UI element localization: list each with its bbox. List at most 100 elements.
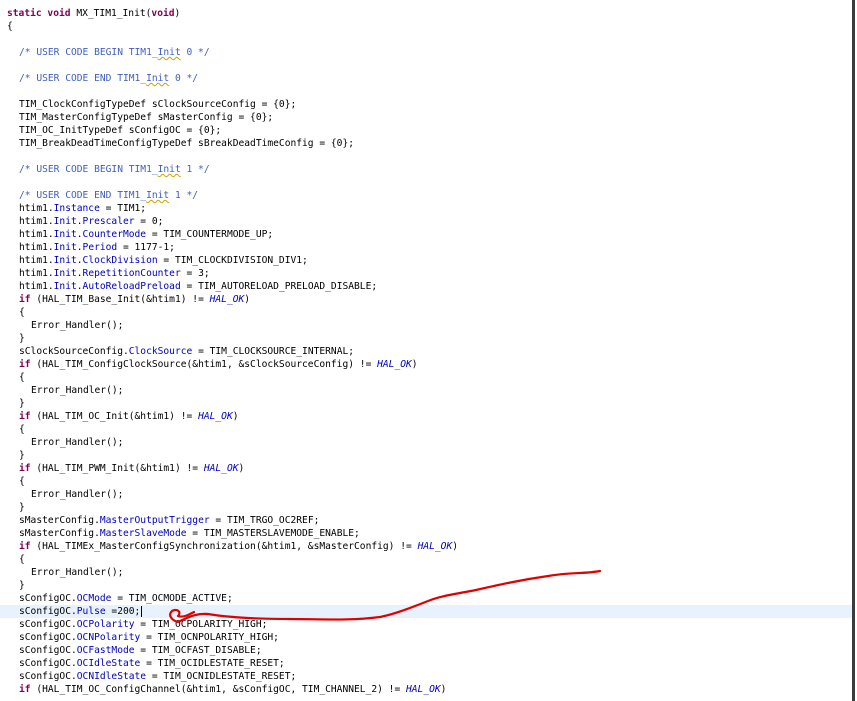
code-editor[interactable]: static void MX_TIM1_Init(void){/* USER C… (0, 0, 852, 701)
code-token: AutoReloadPreload (82, 281, 181, 292)
code-token: ) (452, 541, 458, 552)
code-token: } (19, 398, 25, 409)
code-line[interactable]: htim1.Init.Prescaler = 0; (0, 215, 852, 228)
code-token: OCPolarity (76, 619, 135, 630)
code-line[interactable]: sConfigOC.OCPolarity = TIM_OCPOLARITY_HI… (0, 618, 852, 631)
code-token: = 3; (180, 268, 210, 279)
code-token: 0 */ (180, 47, 210, 58)
code-token: RepetitionCounter (82, 268, 181, 279)
code-token: TIM_OC_InitTypeDef sConfigOC = {0}; (19, 125, 222, 136)
code-line[interactable] (0, 33, 852, 46)
code-token: (HAL_TIM_OC_Init(&htim1) != (30, 411, 199, 422)
code-token: Init (53, 216, 77, 227)
code-token: /* USER CODE BEGIN TIM1_ (19, 47, 158, 58)
code-token: Error_Handler(); (31, 385, 124, 396)
code-line[interactable]: /* USER CODE END TIM1_Init 1 */ (0, 189, 852, 202)
code-token: OCIdleState (76, 658, 141, 669)
code-line[interactable]: static void MX_TIM1_Init(void) (0, 7, 852, 20)
code-token: = TIM_OCMODE_ACTIVE; (111, 593, 233, 604)
code-token: Prescaler (82, 216, 135, 227)
code-line[interactable]: { (0, 423, 852, 436)
code-token: (HAL_TIMEx_MasterConfigSynchronization(&… (30, 541, 418, 552)
code-token: HAL_OK (198, 411, 233, 422)
code-line[interactable]: } (0, 397, 852, 410)
code-line[interactable]: { (0, 475, 852, 488)
code-line[interactable]: htim1.Init.AutoReloadPreload = TIM_AUTOR… (0, 280, 852, 293)
code-line[interactable]: if (HAL_TIM_PWM_Init(&htim1) != HAL_OK) (0, 462, 852, 475)
code-line[interactable]: sConfigOC.OCNIdleState = TIM_OCNIDLESTAT… (0, 670, 852, 683)
code-token: /* USER CODE END TIM1_ (19, 73, 147, 84)
code-token: if (19, 541, 31, 552)
code-line-current[interactable]: sConfigOC.Pulse =200; (0, 605, 852, 618)
code-token: ) (238, 463, 245, 474)
code-line[interactable]: if (HAL_TIM_Base_Init(&htim1) != HAL_OK) (0, 293, 852, 306)
code-line[interactable]: sConfigOC.OCMode = TIM_OCMODE_ACTIVE; (0, 592, 852, 605)
code-line[interactable]: htim1.Init.ClockDivision = TIM_CLOCKDIVI… (0, 254, 852, 267)
code-line[interactable] (0, 176, 852, 189)
code-token: sConfigOC. (19, 606, 77, 617)
code-line[interactable]: htim1.Init.CounterMode = TIM_COUNTERMODE… (0, 228, 852, 241)
code-token: sMasterConfig. (19, 515, 100, 526)
code-line[interactable]: if (HAL_TIM_OC_ConfigChannel(&htim1, &sC… (0, 683, 852, 696)
code-token: CounterMode (82, 229, 147, 240)
code-token: TIM_ClockConfigTypeDef sClockSourceConfi… (19, 99, 297, 110)
code-token: = TIM_CLOCKSOURCE_INTERNAL; (192, 346, 355, 357)
code-line[interactable]: } (0, 501, 852, 514)
code-token: (HAL_TIM_PWM_Init(&htim1) != (30, 463, 204, 474)
code-token: (HAL_TIM_OC_ConfigChannel(&htim1, &sConf… (30, 684, 406, 695)
code-token: { (19, 476, 25, 487)
code-token: ) (244, 294, 251, 305)
code-line[interactable]: sConfigOC.OCIdleState = TIM_OCIDLESTATE_… (0, 657, 852, 670)
code-token: Error_Handler(); (31, 489, 124, 500)
code-line[interactable]: if (HAL_TIM_OC_Init(&htim1) != HAL_OK) (0, 410, 852, 423)
code-line[interactable]: Error_Handler(); (0, 566, 852, 579)
code-line[interactable]: sClockSourceConfig.ClockSource = TIM_CLO… (0, 345, 852, 358)
code-line[interactable]: if (HAL_TIM_ConfigClockSource(&htim1, &s… (0, 358, 852, 371)
code-line[interactable]: } (0, 579, 852, 592)
code-token: = 0; (134, 216, 164, 227)
code-line[interactable]: } (0, 449, 852, 462)
code-token: Instance (53, 203, 100, 214)
code-token: (HAL_TIM_Base_Init(&htim1) != (30, 294, 210, 305)
code-line[interactable]: TIM_OC_InitTypeDef sConfigOC = {0}; (0, 124, 852, 137)
code-token: (HAL_TIM_ConfigClockSource(&htim1, &sClo… (30, 359, 378, 370)
code-line[interactable]: htim1.Init.Period = 1177-1; (0, 241, 852, 254)
code-line[interactable]: TIM_ClockConfigTypeDef sClockSourceConfi… (0, 98, 852, 111)
code-line[interactable]: /* USER CODE END TIM1_Init 0 */ (0, 72, 852, 85)
code-line[interactable]: if (HAL_TIMEx_MasterConfigSynchronizatio… (0, 540, 852, 553)
code-line[interactable] (0, 150, 852, 163)
code-token: Init (157, 164, 181, 175)
code-line[interactable] (0, 59, 852, 72)
code-line[interactable]: } (0, 332, 852, 345)
code-line[interactable]: htim1.Instance = TIM1; (0, 202, 852, 215)
code-line[interactable]: Error_Handler(); (0, 436, 852, 449)
code-line[interactable]: TIM_MasterConfigTypeDef sMasterConfig = … (0, 111, 852, 124)
code-token: Init (53, 281, 77, 292)
code-token: htim1. (19, 255, 54, 266)
code-line[interactable]: TIM_BreakDeadTimeConfigTypeDef sBreakDea… (0, 137, 852, 150)
code-line[interactable]: htim1.Init.RepetitionCounter = 3; (0, 267, 852, 280)
code-line[interactable]: { (0, 371, 852, 384)
code-line[interactable]: { (0, 20, 852, 33)
code-line[interactable]: sMasterConfig.MasterOutputTrigger = TIM_… (0, 514, 852, 527)
code-token: Pulse (76, 606, 106, 617)
code-token: if (19, 359, 31, 370)
code-line[interactable]: sConfigOC.OCNPolarity = TIM_OCNPOLARITY_… (0, 631, 852, 644)
code-token: TIM_BreakDeadTimeConfigTypeDef sBreakDea… (19, 138, 355, 149)
code-token: = TIM_OCPOLARITY_HIGH; (134, 619, 268, 630)
code-line[interactable]: /* USER CODE BEGIN TIM1_Init 1 */ (0, 163, 852, 176)
code-line[interactable]: { (0, 306, 852, 319)
code-line[interactable]: sConfigOC.OCFastMode = TIM_OCFAST_DISABL… (0, 644, 852, 657)
code-line[interactable]: sMasterConfig.MasterSlaveMode = TIM_MAST… (0, 527, 852, 540)
code-token: htim1. (19, 216, 54, 227)
editor-window: static void MX_TIM1_Init(void){/* USER C… (0, 0, 855, 701)
code-token: HAL_OK (209, 294, 245, 305)
code-line[interactable]: { (0, 553, 852, 566)
code-line[interactable]: Error_Handler(); (0, 384, 852, 397)
code-line[interactable]: /* USER CODE BEGIN TIM1_Init 0 */ (0, 46, 852, 59)
code-line[interactable] (0, 85, 852, 98)
code-token: HAL_OK (377, 359, 412, 370)
code-line[interactable]: Error_Handler(); (0, 488, 852, 501)
code-line[interactable]: Error_Handler(); (0, 319, 852, 332)
code-token: HAL_OK (203, 463, 239, 474)
